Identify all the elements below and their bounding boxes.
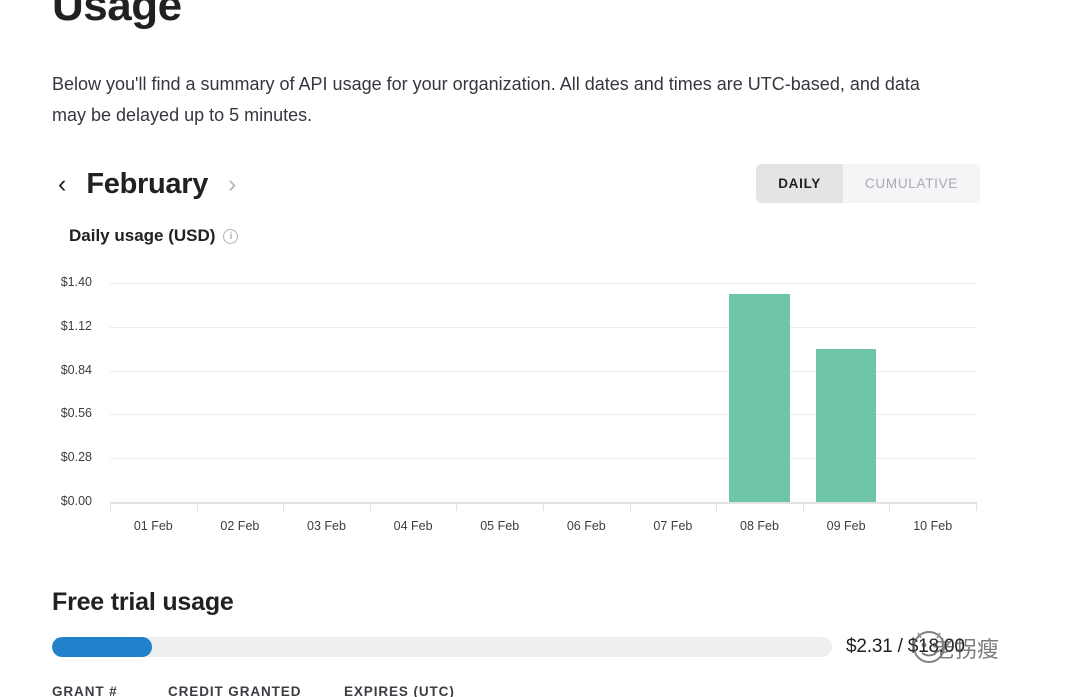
y-axis-label: $0.00 xyxy=(60,494,92,508)
x-axis-label: 04 Feb xyxy=(393,519,433,533)
x-axis-tick xyxy=(889,502,891,511)
x-axis-tick xyxy=(456,502,458,511)
info-icon[interactable]: i xyxy=(223,228,239,244)
x-axis-label: 01 Feb xyxy=(133,519,173,533)
x-axis-label: 03 Feb xyxy=(307,519,346,533)
daily-usage-chart: $1.40 $1.12 $0.84 $0.56 $0.28 $0.00 01 Feb 02 F… xyxy=(52,270,980,540)
y-axis-label: $0.28 xyxy=(60,450,92,465)
x-axis-tick xyxy=(543,502,544,511)
usage-page: Usage Below you'll find a summary of API… xyxy=(0,0,1080,697)
chart-bar[interactable] xyxy=(815,348,877,502)
chart-plot-area: $1.40 $1.12 $0.84 $0.56 $0.28 $0.00 01 Feb 02 F… xyxy=(61,275,977,533)
x-axis-label: 06 Feb xyxy=(566,519,606,533)
chevron-right-icon[interactable]: › xyxy=(222,170,242,199)
chevron-left-icon[interactable]: ‹ xyxy=(52,170,72,199)
y-axis-label: $0.56 xyxy=(60,406,92,421)
free-trial-progress-bar xyxy=(52,637,832,657)
free-trial-usage-row: $2.31 / $18.00 xyxy=(52,636,982,658)
view-mode-toggle: DAILY CUMULATIVE xyxy=(756,164,980,203)
chart-title: Daily usage (USD) xyxy=(69,226,216,245)
x-axis-tick xyxy=(976,502,977,511)
y-axis-label: $0.84 xyxy=(60,362,92,377)
x-axis-label: 02 Feb xyxy=(220,519,260,533)
page-description: Below you'll find a summary of API usage… xyxy=(52,74,920,125)
column-header-grant: GRANT # xyxy=(52,684,118,697)
x-axis-label: 09 Feb xyxy=(826,519,866,533)
column-header-expires: EXPIRES (UTC) xyxy=(344,684,455,697)
page-title: Usage xyxy=(52,0,182,30)
chart-bar[interactable] xyxy=(729,293,790,502)
x-axis-tick xyxy=(802,502,804,511)
grants-table-header: GRANT # CREDIT GRANTED EXPIRES (UTC) xyxy=(52,684,544,697)
free-trial-amount: $2.31 / $18.00 xyxy=(846,636,965,657)
x-axis-tick xyxy=(110,502,111,511)
x-axis-label: 08 Feb xyxy=(740,519,779,533)
x-axis-label: 07 Feb xyxy=(653,519,693,533)
chart-title-row: Daily usage (USD) i xyxy=(69,226,239,246)
y-axis-label: $1.40 xyxy=(60,275,92,289)
x-axis-label: 10 Feb xyxy=(913,519,953,533)
month-label: February xyxy=(86,167,209,200)
y-axis-label: $1.12 xyxy=(60,318,92,333)
x-axis-label: 05 Feb xyxy=(480,519,520,533)
x-axis-tick xyxy=(716,502,718,511)
x-axis-tick xyxy=(369,502,371,511)
x-axis-tick xyxy=(629,502,631,511)
free-trial-progress-fill xyxy=(52,637,152,657)
tab-cumulative[interactable]: CUMULATIVE xyxy=(842,164,980,203)
column-header-credit-granted: CREDIT GRANTED xyxy=(168,684,302,697)
chart-gridline xyxy=(110,326,976,328)
chart-controls-row: ‹ February › DAILY CUMULATIVE xyxy=(52,160,980,208)
chart-gridline xyxy=(110,283,976,284)
x-axis-tick xyxy=(283,502,285,511)
tab-daily[interactable]: DAILY xyxy=(756,164,843,203)
x-axis-tick xyxy=(196,502,198,511)
free-trial-title: Free trial usage xyxy=(52,588,234,616)
